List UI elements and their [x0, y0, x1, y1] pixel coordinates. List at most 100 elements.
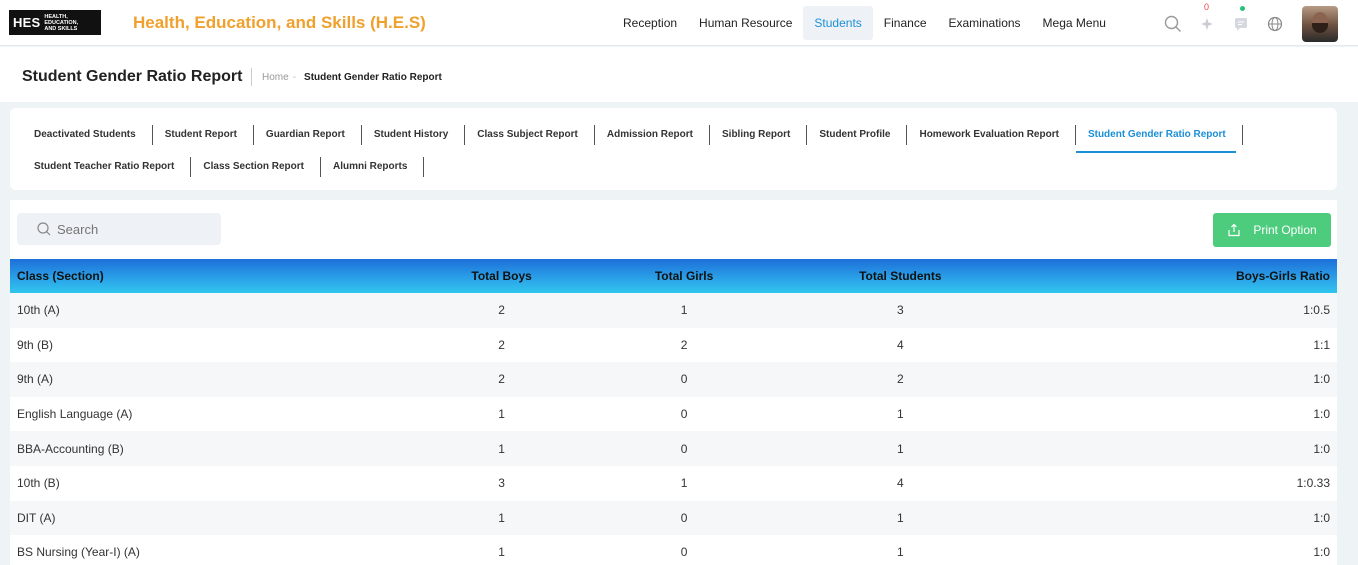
logo-text: HES — [13, 15, 41, 30]
header-icons: 0 — [1156, 2, 1338, 42]
notification-icon[interactable]: 0 — [1190, 2, 1224, 41]
cell-total-boys: 1 — [498, 510, 505, 525]
tab-homework-evaluation-report[interactable]: Homework Evaluation Report — [907, 125, 1076, 145]
tab-student-history[interactable]: Student History — [362, 125, 466, 145]
table-row: 9th (A) 2 0 2 1:0 — [10, 362, 1337, 397]
col-total-students[interactable]: Total Students — [774, 259, 1027, 293]
cell-class-section: 10th (B) — [17, 476, 60, 491]
cell-ratio: 1:0.33 — [1296, 476, 1330, 491]
breadcrumb-home[interactable]: Home — [262, 72, 289, 83]
tab-class-subject-report[interactable]: Class Subject Report — [465, 125, 595, 145]
col-total-girls[interactable]: Total Girls — [594, 259, 773, 293]
col-boys-girls-ratio[interactable]: Boys-Girls Ratio — [1027, 259, 1337, 293]
cell-total-girls: 1 — [680, 303, 688, 318]
cell-total-students: 1 — [896, 407, 904, 422]
col-class-section[interactable]: Class (Section) — [10, 259, 409, 293]
cell-total-students: 1 — [896, 510, 904, 525]
globe-icon[interactable] — [1258, 7, 1292, 41]
cell-total-boys: 2 — [498, 372, 505, 387]
cell-class-section: English Language (A) — [17, 407, 133, 422]
app-logo[interactable]: HES HEALTH, EDUCATION, AND SKILLS — [9, 10, 101, 35]
cell-ratio: 1:0 — [1313, 545, 1330, 560]
cell-total-boys: 1 — [498, 441, 505, 456]
tab-guardian-report[interactable]: Guardian Report — [254, 125, 362, 145]
cell-class-section: 9th (A) — [17, 372, 54, 387]
cell-class-section: BS Nursing (Year-I) (A) — [17, 545, 140, 560]
cell-ratio: 1:1 — [1313, 337, 1330, 352]
top-navbar: HES HEALTH, EDUCATION, AND SKILLS Health… — [0, 0, 1358, 46]
user-avatar[interactable] — [1302, 6, 1338, 42]
nav-students[interactable]: Students — [803, 6, 873, 40]
gender-ratio-table: Class (Section) Total Boys Total Girls T… — [10, 259, 1337, 565]
cell-total-students: 1 — [896, 545, 904, 560]
page-title: Student Gender Ratio Report — [22, 68, 243, 85]
tab-row-1: Deactivated Students Student Report Guardi… — [22, 125, 1243, 153]
cell-total-students: 4 — [896, 476, 904, 491]
tab-admission-report[interactable]: Admission Report — [595, 125, 710, 145]
cell-ratio: 1:0.5 — [1303, 303, 1330, 318]
notification-badge: 0 — [1204, 2, 1210, 12]
table-row: 10th (B) 3 1 4 1:0.33 — [10, 465, 1337, 501]
cell-total-boys: 3 — [498, 476, 505, 491]
cell-total-boys: 1 — [498, 545, 505, 560]
cell-class-section: DIT (A) — [17, 510, 56, 525]
report-tabs: Deactivated Students Student Report Guardi… — [10, 108, 1337, 190]
page-header: Student Gender Ratio Report Home - Student… — [0, 47, 1358, 102]
breadcrumb: Home - Student Gender Ratio Report — [262, 72, 442, 83]
cell-total-girls: 2 — [680, 337, 688, 352]
table-row: 9th (B) 2 2 4 1:1 — [10, 327, 1337, 363]
search-box[interactable] — [17, 213, 221, 245]
cell-class-section: 9th (B) — [17, 337, 54, 352]
breadcrumb-separator: - — [292, 72, 297, 83]
nav-human-resource[interactable]: Human Resource — [688, 6, 803, 40]
avatar-beard — [1312, 23, 1328, 33]
cell-total-students: 4 — [896, 337, 904, 352]
tab-student-teacher-ratio-report[interactable]: Student Teacher Ratio Report — [22, 157, 192, 177]
table-header-row: Class (Section) Total Boys Total Girls T… — [10, 259, 1337, 293]
nav-finance[interactable]: Finance — [873, 6, 938, 40]
tab-student-report[interactable]: Student Report — [153, 125, 254, 145]
tab-class-section-report[interactable]: Class Section Report — [191, 157, 321, 177]
tab-deactivated-students[interactable]: Deactivated Students — [22, 125, 153, 145]
cell-total-boys: 1 — [498, 407, 505, 422]
nav-examinations[interactable]: Examinations — [938, 6, 1032, 40]
cell-class-section: BBA-Accounting (B) — [17, 441, 124, 456]
table-row: BS Nursing (Year-I) (A) 1 0 1 1:0 — [10, 535, 1337, 565]
cell-total-girls: 0 — [680, 407, 688, 422]
tab-student-gender-ratio-report[interactable]: Student Gender Ratio Report — [1075, 125, 1243, 153]
cell-total-boys: 2 — [498, 337, 505, 352]
print-option-button[interactable]: Print Option — [1213, 213, 1331, 247]
title-divider — [251, 68, 252, 86]
cell-total-girls: 0 — [680, 545, 688, 560]
main-nav: Reception Human Resource Students Finance Ex… — [612, 6, 1117, 40]
cell-total-girls: 0 — [680, 510, 688, 525]
search-icon[interactable] — [1156, 7, 1190, 41]
col-total-boys[interactable]: Total Boys — [409, 259, 595, 293]
cell-ratio: 1:0 — [1313, 407, 1330, 422]
table-row: DIT (A) 1 0 1 1:0 — [10, 500, 1337, 536]
chat-icon[interactable] — [1224, 6, 1258, 41]
search-input[interactable] — [57, 221, 207, 237]
cell-ratio: 1:0 — [1313, 372, 1330, 387]
table-row: BBA-Accounting (B) 1 0 1 1:0 — [10, 431, 1337, 466]
cell-total-girls: 0 — [680, 372, 688, 387]
report-content: Print Option Class (Section) Total Boys … — [10, 200, 1337, 565]
tab-sibling-report[interactable]: Sibling Report — [710, 125, 808, 145]
online-dot — [1240, 6, 1245, 11]
nav-reception[interactable]: Reception — [612, 6, 688, 40]
cell-total-girls: 1 — [680, 476, 688, 491]
tab-student-profile[interactable]: Student Profile — [807, 125, 908, 145]
search-icon — [37, 222, 51, 236]
share-icon — [1228, 223, 1240, 237]
table-row: English Language (A) 1 0 1 1:0 — [10, 396, 1337, 432]
cell-total-students: 3 — [896, 303, 904, 318]
app-title: Health, Education, and Skills (H.E.S) — [133, 13, 426, 32]
breadcrumb-current: Student Gender Ratio Report — [304, 72, 442, 83]
cell-total-students: 2 — [896, 372, 904, 387]
cell-ratio: 1:0 — [1313, 510, 1330, 525]
cell-class-section: 10th (A) — [17, 303, 60, 318]
nav-mega-menu[interactable]: Mega Menu — [1032, 6, 1117, 40]
cell-total-boys: 2 — [498, 303, 505, 318]
tab-alumni-reports[interactable]: Alumni Reports — [321, 157, 425, 177]
cell-ratio: 1:0 — [1313, 441, 1330, 456]
